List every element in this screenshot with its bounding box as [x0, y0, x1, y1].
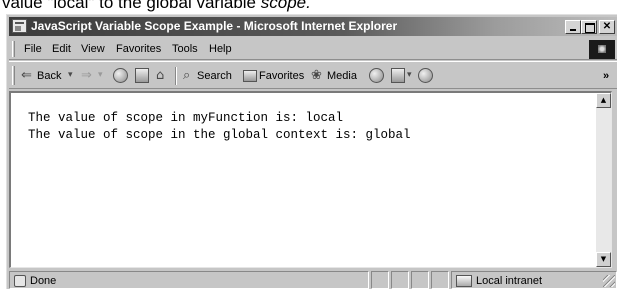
favorites-button[interactable]: Favorites: [259, 68, 304, 84]
caption-emphasis: scope.: [260, 0, 311, 12]
caption-prefix: value "local" to the global variable: [2, 0, 261, 12]
close-button[interactable]: ✕: [599, 20, 615, 34]
search-button[interactable]: Search: [197, 68, 232, 84]
status-panel: [411, 271, 429, 289]
back-dropdown-icon[interactable]: ▾: [68, 67, 73, 84]
scroll-down-icon[interactable]: ▼: [596, 252, 611, 267]
menu-file[interactable]: File: [24, 42, 42, 56]
standard-toolbar: ⇐ Back ▾ ⇒ ▾ ⌂ ⌕ Search Favorites ❀ Medi…: [9, 61, 617, 89]
zone-text: Local intranet: [476, 275, 543, 287]
status-text: Done: [30, 275, 57, 287]
minimize-button[interactable]: [565, 20, 581, 34]
menubar-grip[interactable]: [12, 41, 15, 57]
menu-help[interactable]: Help: [209, 42, 232, 56]
media-icon[interactable]: ❀: [311, 67, 322, 84]
page-content: The value of scope in myFunction is: loc…: [9, 91, 612, 268]
browser-window: JavaScript Variable Scope Example - Micr…: [6, 14, 617, 289]
toolbar-grip[interactable]: [12, 66, 15, 85]
back-arrow-icon[interactable]: ⇐: [21, 67, 32, 84]
page-done-icon: [14, 275, 26, 287]
menu-tools[interactable]: Tools: [172, 42, 198, 56]
vertical-scrollbar[interactable]: ▲ ▼: [596, 93, 611, 267]
home-icon[interactable]: ⌂: [156, 67, 164, 84]
ie-page-icon[interactable]: [12, 19, 27, 33]
toolbar-overflow-button[interactable]: »: [603, 68, 609, 84]
back-button[interactable]: Back: [37, 68, 61, 84]
security-zone-panel[interactable]: Local intranet: [451, 271, 617, 289]
output-line: The value of scope in myFunction is: loc…: [28, 111, 344, 125]
status-panel: [391, 271, 409, 289]
maximize-button[interactable]: [581, 20, 597, 34]
status-panel: [431, 271, 449, 289]
forward-arrow-icon[interactable]: ⇒: [81, 67, 92, 84]
window-title: JavaScript Variable Scope Example - Micr…: [31, 19, 398, 33]
caption-text: value "local" to the global variable sco…: [0, 0, 617, 14]
media-button[interactable]: Media: [327, 68, 357, 84]
mail-dropdown-icon[interactable]: ▾: [407, 67, 412, 84]
stop-icon[interactable]: [113, 68, 128, 83]
menu-favorites[interactable]: Favorites: [116, 42, 161, 56]
status-text-panel: Done: [9, 271, 369, 289]
intranet-zone-icon: [456, 275, 472, 287]
search-icon[interactable]: ⌕: [183, 67, 190, 84]
refresh-icon[interactable]: [135, 68, 149, 83]
resize-grip[interactable]: [603, 275, 615, 287]
favorites-icon[interactable]: [243, 70, 257, 82]
menu-edit[interactable]: Edit: [52, 42, 71, 56]
script-output: The value of scope in myFunction is: loc…: [28, 110, 411, 144]
toolbar-separator: [175, 67, 177, 85]
status-panel: [371, 271, 389, 289]
forward-dropdown-icon[interactable]: ▾: [98, 67, 103, 84]
menu-view[interactable]: View: [81, 42, 105, 56]
status-bar: Done Local intranet: [9, 270, 617, 289]
scroll-up-icon[interactable]: ▲: [596, 93, 611, 108]
mail-icon[interactable]: [391, 68, 405, 83]
history-icon[interactable]: [369, 68, 384, 83]
output-line: The value of scope in the global context…: [28, 128, 411, 142]
menu-bar: File Edit View Favorites Tools Help: [9, 38, 617, 60]
title-bar[interactable]: JavaScript Variable Scope Example - Micr…: [9, 17, 617, 36]
windows-flag-icon: [589, 40, 615, 59]
print-icon[interactable]: [418, 68, 433, 83]
